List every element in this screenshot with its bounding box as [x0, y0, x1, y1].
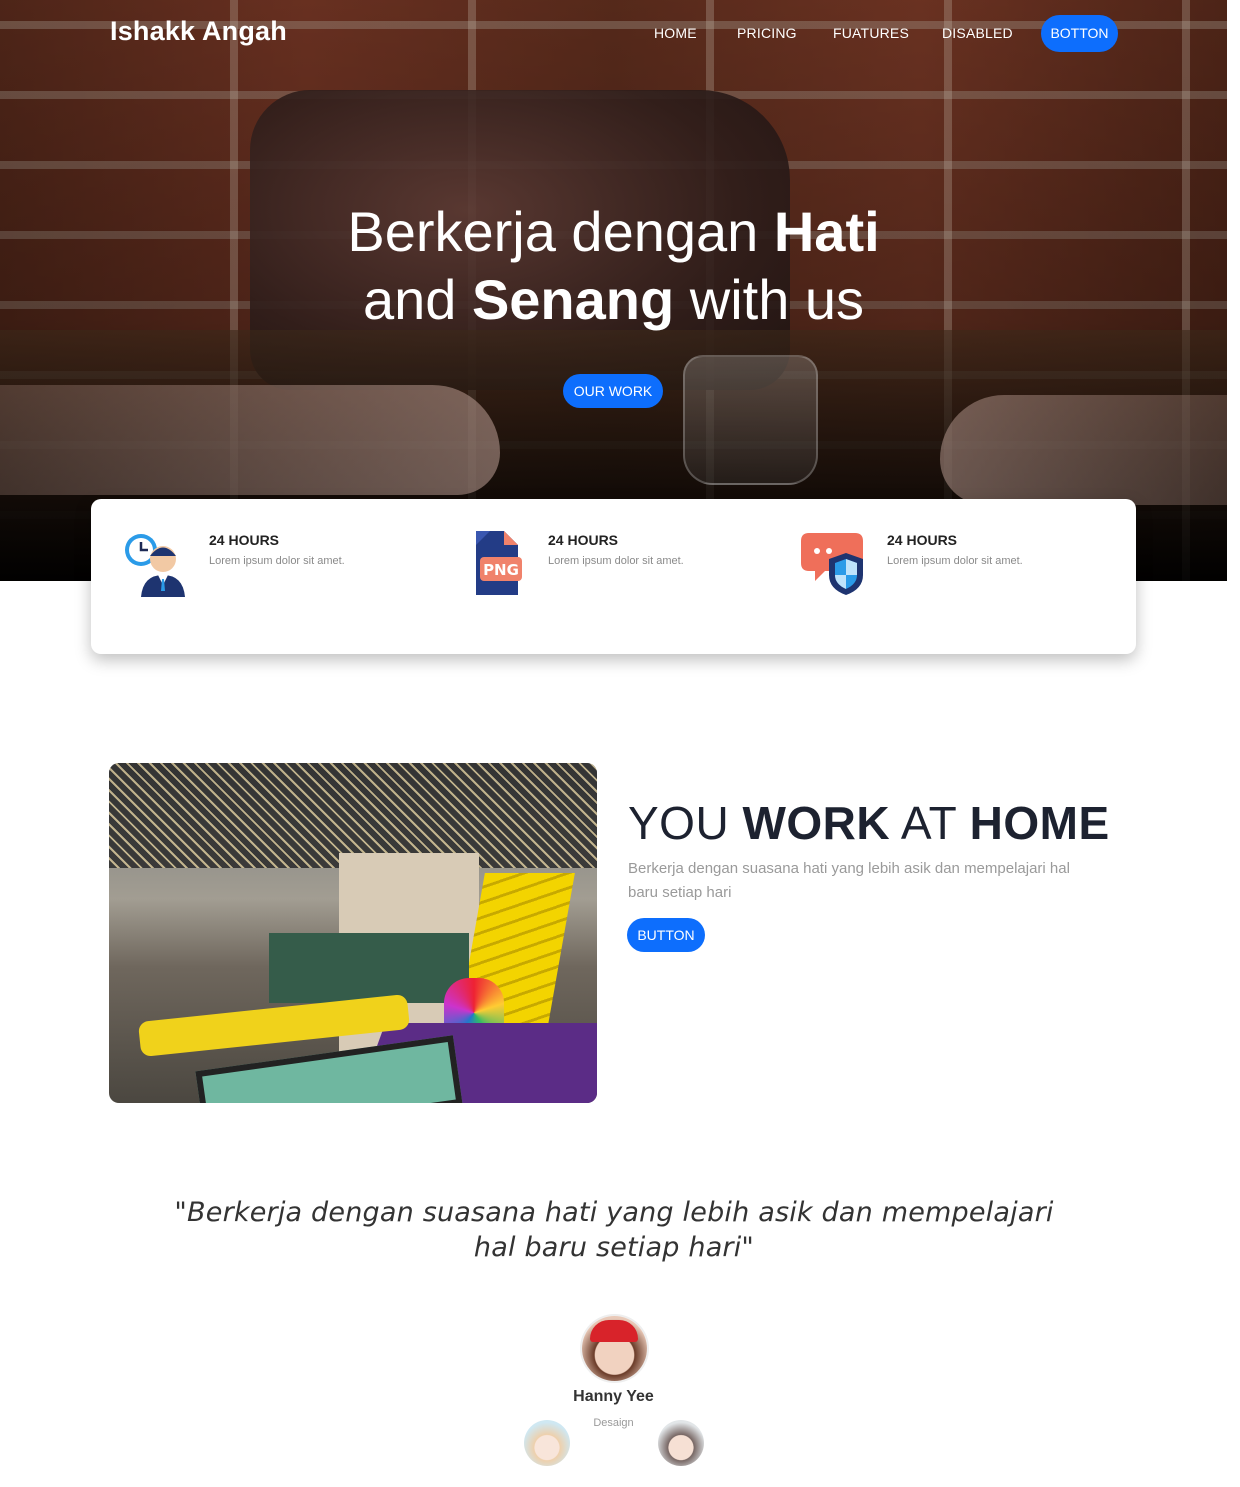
- hero-title: Berkerja dengan Hati and Senang with us: [0, 198, 1227, 334]
- avatar-main[interactable]: [582, 1316, 647, 1381]
- hero-title-emphasis: Hati: [773, 200, 880, 263]
- hero-title-text: Berkerja dengan: [347, 200, 774, 263]
- our-work-button[interactable]: OUR WORK: [563, 374, 663, 408]
- info-title: 24 HOURS: [548, 532, 619, 548]
- glass-photo: [683, 355, 818, 485]
- brand-logo[interactable]: Ishakk Angah: [110, 16, 287, 47]
- info-panel: 24 HOURS Lorem ipsum dolor sit amet. PNG…: [91, 499, 1136, 654]
- office-photo-bench: [269, 933, 469, 1003]
- testimonial-role: Desaign: [593, 1417, 634, 1429]
- nav-link-home[interactable]: HOME: [654, 25, 697, 41]
- nav-link-features[interactable]: FUATURES: [833, 25, 909, 41]
- info-card: 24 HOURS Lorem ipsum dolor sit amet.: [91, 499, 421, 654]
- nav-link-pricing[interactable]: PRICING: [737, 25, 797, 41]
- work-button[interactable]: BUTTON: [627, 918, 705, 952]
- hero-title-emphasis: Senang: [471, 268, 675, 331]
- hand-photo-left: [0, 385, 500, 495]
- work-title-text: AT: [890, 797, 970, 849]
- info-description: Lorem ipsum dolor sit amet.: [548, 555, 684, 567]
- nav-link-disabled[interactable]: DISABLED: [942, 25, 1013, 41]
- secure-chat-shield-icon: [801, 533, 863, 595]
- testimonial-name: Hanny Yee: [573, 1388, 654, 1405]
- office-photo: [109, 763, 597, 1103]
- hero-title-text: and: [362, 268, 472, 331]
- work-title-text: YOU: [628, 797, 743, 849]
- testimonial-quote: "Berkerja dengan suasana hati yang lebih…: [170, 1195, 1058, 1265]
- work-section-title: YOU WORK AT HOME: [628, 796, 1110, 850]
- nav-cta-button[interactable]: BOTTON: [1041, 15, 1118, 52]
- work-title-emphasis: WORK: [742, 797, 891, 849]
- work-title-emphasis: HOME: [969, 797, 1110, 849]
- quote-line: "Berkerja dengan suasana hati yang lebih…: [174, 1197, 1054, 1228]
- info-card: PNG 24 HOURS Lorem ipsum dolor sit amet.: [430, 499, 760, 654]
- info-card: 24 HOURS Lorem ipsum dolor sit amet.: [769, 499, 1099, 654]
- work-section-description: Berkerja dengan suasana hati yang lebih …: [628, 860, 1070, 901]
- avatar-cap: [590, 1320, 638, 1342]
- navbar: Ishakk Angah HOME PRICING FUATURES DISAB…: [0, 0, 1227, 68]
- svg-text:PNG: PNG: [483, 561, 519, 579]
- info-description: Lorem ipsum dolor sit amet.: [209, 555, 345, 567]
- info-title: 24 HOURS: [887, 532, 958, 548]
- hand-photo-right: [940, 395, 1227, 505]
- hero-section: Ishakk Angah HOME PRICING FUATURES DISAB…: [0, 0, 1227, 581]
- info-description: Lorem ipsum dolor sit amet.: [887, 555, 1023, 567]
- customer-support-icon: [125, 534, 185, 597]
- hero-title-text: with us: [674, 268, 865, 331]
- png-file-icon: PNG: [476, 531, 522, 595]
- info-title: 24 HOURS: [209, 532, 280, 548]
- quote-line: hal baru setiap hari": [473, 1232, 755, 1263]
